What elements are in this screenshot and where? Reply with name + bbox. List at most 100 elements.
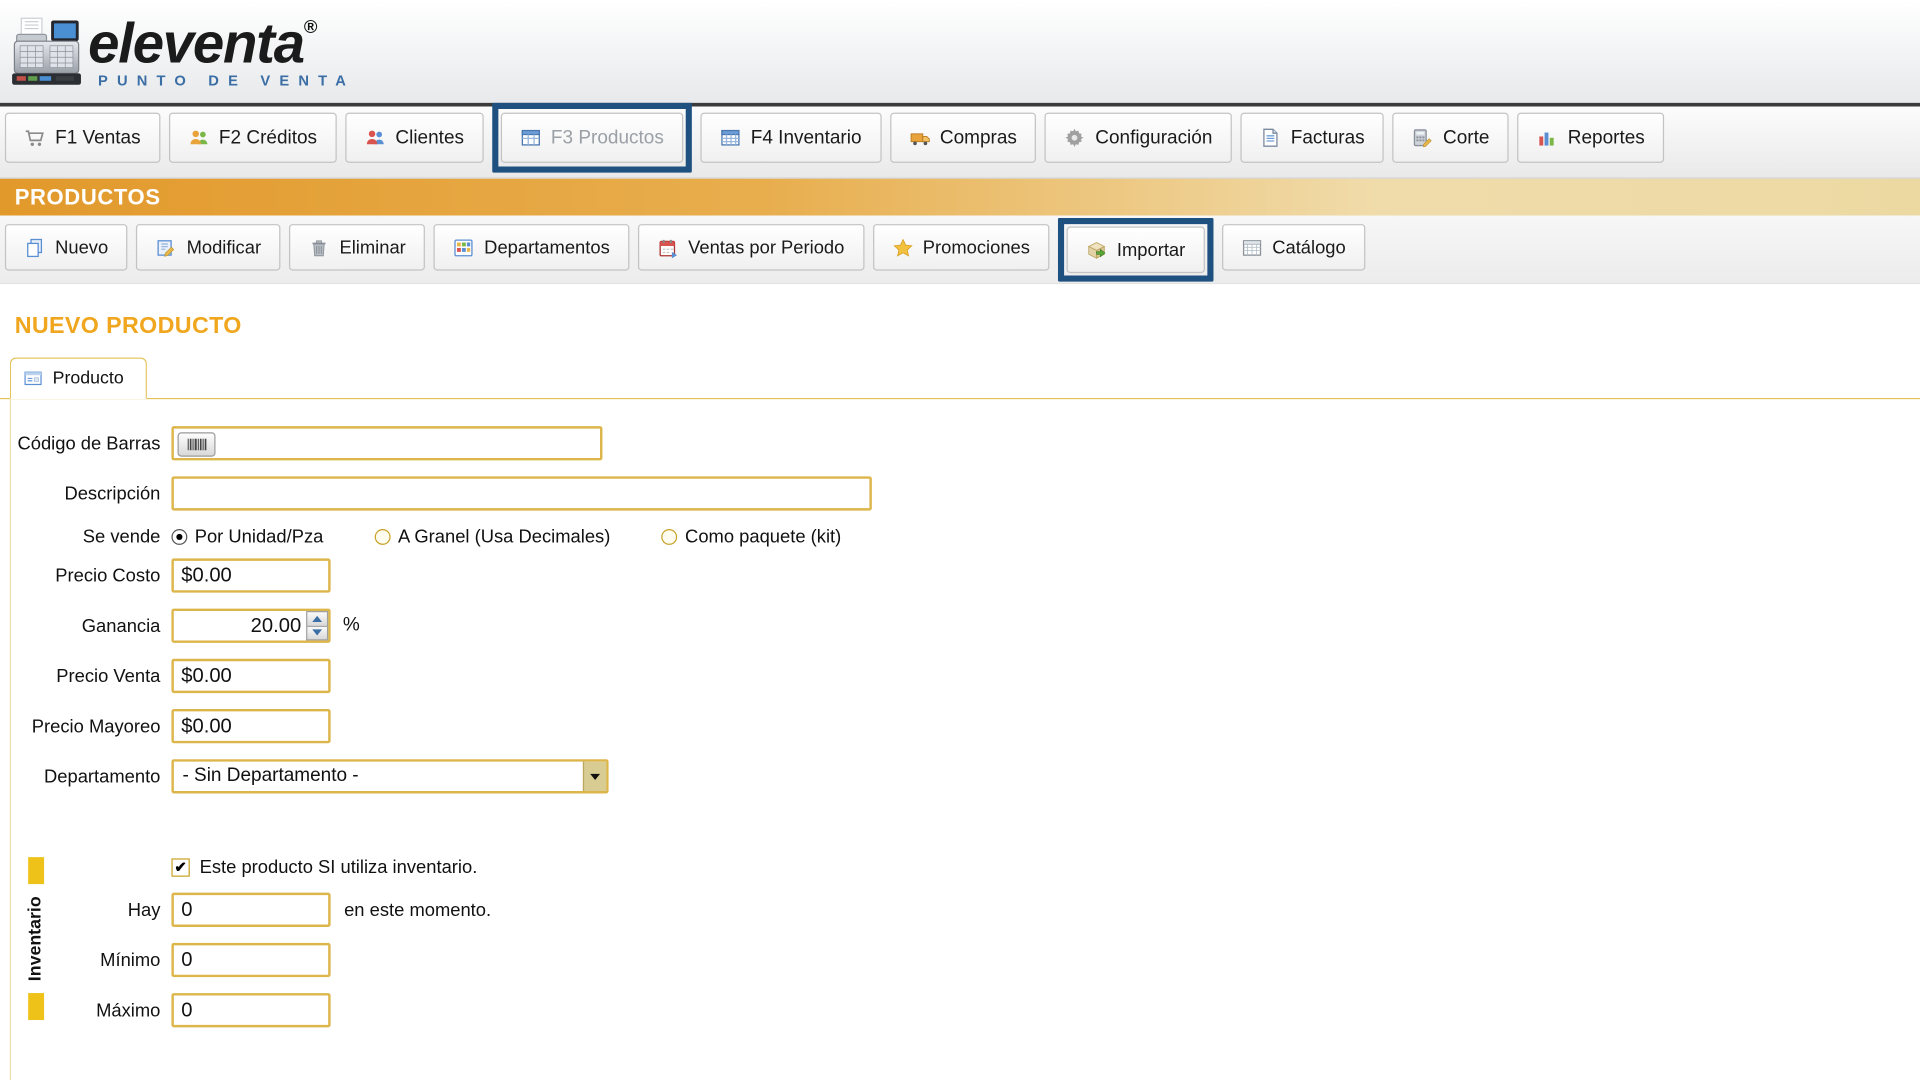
cash-register-logo-icon xyxy=(10,16,83,87)
precio-mayoreo-input[interactable] xyxy=(171,709,330,743)
spin-down-button[interactable] xyxy=(306,626,328,640)
star-icon xyxy=(892,237,913,258)
precio-mayoreo-row: Precio Mayoreo xyxy=(16,709,1920,743)
form-icon xyxy=(23,369,43,389)
hay-row: Hay en este momento. xyxy=(16,893,1920,927)
radio-label: Como paquete (kit) xyxy=(685,527,841,548)
actions-toolbar: Nuevo Modificar Eliminar Departa xyxy=(0,216,1920,285)
nav-compras[interactable]: Compras xyxy=(890,113,1037,163)
action-label: Ventas por Periodo xyxy=(688,237,844,258)
nav-f3-productos[interactable]: F3 Productos xyxy=(501,113,684,163)
bar-chart-icon xyxy=(1537,127,1558,148)
tab-producto-label: Producto xyxy=(53,369,124,389)
new-doc-icon xyxy=(24,237,45,258)
action-departamentos-button[interactable]: Departamentos xyxy=(434,224,629,271)
radio-como-paquete[interactable]: Como paquete (kit) xyxy=(662,527,841,548)
calculator-icon xyxy=(1412,127,1433,148)
ganancia-percent-suffix: % xyxy=(343,615,360,637)
action-importar-button[interactable]: Importar xyxy=(1067,227,1205,274)
nav-f1-ventas[interactable]: F1 Ventas xyxy=(5,113,160,163)
precio-mayoreo-label: Precio Mayoreo xyxy=(16,716,160,737)
nav-f2-creditos[interactable]: F2 Créditos xyxy=(169,113,337,163)
content-area: NUEVO PRODUCTO Producto Código de Barras xyxy=(0,284,1920,1080)
nav-label: Compras xyxy=(940,127,1017,149)
precio-venta-row: Precio Venta xyxy=(16,659,1920,693)
ganancia-input[interactable] xyxy=(174,611,306,640)
codigo-de-barras-row: Código de Barras xyxy=(16,426,1920,460)
nav-label: Facturas xyxy=(1291,127,1365,149)
action-label: Promociones xyxy=(923,237,1030,258)
catalog-grid-icon xyxy=(1242,237,1263,258)
chevron-down-icon xyxy=(590,773,600,779)
se-vende-label: Se vende xyxy=(16,527,160,548)
radio-a-granel[interactable]: A Granel (Usa Decimales) xyxy=(375,527,611,548)
brand-registered-mark: ® xyxy=(304,17,318,38)
action-promociones-button[interactable]: Promociones xyxy=(873,224,1050,271)
action-eliminar-button[interactable]: Eliminar xyxy=(289,224,425,271)
barcode-icon[interactable] xyxy=(178,432,216,456)
descripcion-label: Descripción xyxy=(16,483,160,504)
nav-configuracion[interactable]: Configuración xyxy=(1045,113,1232,163)
hay-input[interactable] xyxy=(171,893,330,927)
action-nuevo-button[interactable]: Nuevo xyxy=(5,224,128,271)
nav-label: F3 Productos xyxy=(551,127,664,149)
descripcion-input[interactable] xyxy=(171,476,871,510)
main-toolbar: F1 Ventas F2 Créditos Clientes xyxy=(0,107,1920,179)
inventory-sheet-icon xyxy=(720,127,741,148)
nav-corte[interactable]: Corte xyxy=(1393,113,1509,163)
nav-reportes[interactable]: Reportes xyxy=(1518,113,1665,163)
app-header: eleventa ® PUNTO DE VENTA xyxy=(0,0,1920,107)
ganancia-row: Ganancia % xyxy=(16,609,1920,643)
tab-bar: Producto xyxy=(0,355,1920,399)
precio-venta-label: Precio Venta xyxy=(16,666,160,687)
import-box-icon xyxy=(1086,239,1107,260)
page-title: NUEVO PRODUCTO xyxy=(15,313,1920,340)
maximo-row: Máximo xyxy=(16,993,1920,1027)
brand-name: eleventa xyxy=(88,14,304,70)
action-label: Modificar xyxy=(187,237,262,258)
action-label: Nuevo xyxy=(55,237,108,258)
nav-f4-inventario[interactable]: F4 Inventario xyxy=(701,113,882,163)
action-ventas-por-periodo-button[interactable]: Ventas por Periodo xyxy=(638,224,864,271)
departamento-select[interactable]: - Sin Departamento - xyxy=(171,759,608,793)
nav-label: Reportes xyxy=(1568,127,1645,149)
nav-label: Corte xyxy=(1443,127,1489,149)
tab-producto[interactable]: Producto xyxy=(10,358,147,400)
radio-icon xyxy=(662,529,678,545)
inventario-checkbox-row: Este producto SI utiliza inventario. xyxy=(171,857,1920,878)
people-clients-icon xyxy=(365,127,386,148)
nav-label: Clientes xyxy=(395,127,464,149)
module-banner: PRODUCTOS xyxy=(0,179,1920,216)
codigo-de-barras-input[interactable] xyxy=(171,426,602,460)
nav-label: F1 Ventas xyxy=(55,127,140,149)
radio-por-unidad[interactable]: Por Unidad/Pza xyxy=(171,527,323,548)
nav-facturas[interactable]: Facturas xyxy=(1241,113,1385,163)
se-vende-row: Se vende Por Unidad/Pza A Granel (Usa De… xyxy=(16,527,1920,548)
radio-label: A Granel (Usa Decimales) xyxy=(398,527,610,548)
nav-clientes[interactable]: Clientes xyxy=(345,113,483,163)
inventario-section: Inventario Este producto SI utiliza inve… xyxy=(11,857,1920,1027)
inventario-rail-square-bottom xyxy=(28,993,44,1020)
action-label: Eliminar xyxy=(339,237,405,258)
action-catalogo-button[interactable]: Catálogo xyxy=(1222,224,1365,271)
inventario-checkbox[interactable] xyxy=(171,858,189,876)
f3-productos-highlight-box: F3 Productos xyxy=(492,103,692,173)
descripcion-row: Descripción xyxy=(16,476,1920,510)
truck-icon xyxy=(909,127,930,148)
cart-icon xyxy=(24,127,45,148)
departamento-selected-value: - Sin Departamento - xyxy=(174,765,583,787)
minimo-input[interactable] xyxy=(171,943,330,977)
maximo-input[interactable] xyxy=(171,993,330,1027)
precio-venta-input[interactable] xyxy=(171,659,330,693)
hay-suffix: en este momento. xyxy=(344,899,491,920)
products-table-icon xyxy=(520,127,541,148)
brand-block: eleventa ® PUNTO DE VENTA xyxy=(88,14,355,89)
precio-costo-input[interactable] xyxy=(171,558,330,592)
radio-icon xyxy=(171,529,187,545)
spin-up-button[interactable] xyxy=(306,611,328,626)
dropdown-button[interactable] xyxy=(583,762,606,791)
importar-highlight-box: Importar xyxy=(1058,218,1213,282)
inventario-rail: Inventario xyxy=(26,857,46,1020)
action-modificar-button[interactable]: Modificar xyxy=(136,224,280,271)
action-label: Catálogo xyxy=(1272,237,1346,258)
